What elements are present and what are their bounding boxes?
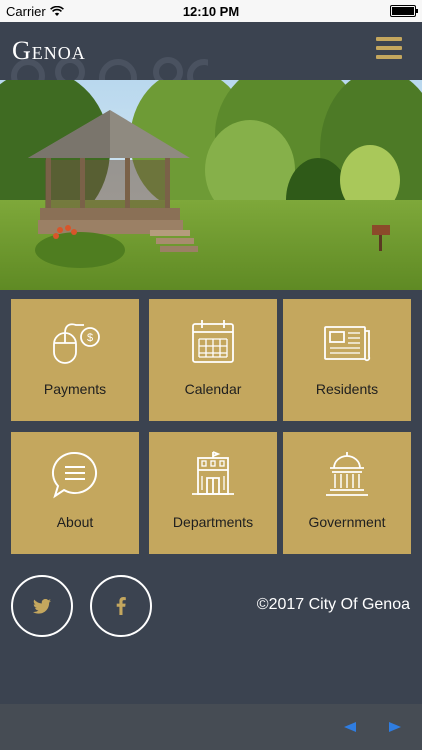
tile-label: Residents [315,381,379,397]
tile-label: Departments [172,514,254,530]
genoa-logo[interactable]: Genoa [12,36,86,66]
calendar-icon [192,320,234,363]
battery-icon [390,5,418,17]
tile-label: Government [308,514,386,530]
hero-image [0,80,422,290]
app-header: Genoa [0,22,422,80]
tile-label: Payments [43,381,107,397]
building-icon [192,451,234,495]
tile-label: About [56,514,94,530]
copyright-text: ©2017 City Of Genoa [256,596,410,613]
forward-arrow-icon[interactable] [389,722,401,732]
facebook-icon [116,597,126,615]
mouse-dollar-icon: $ [53,323,100,364]
back-arrow-icon[interactable] [344,722,356,732]
payments-tile[interactable]: $ Payments [11,299,139,421]
newspaper-icon [324,326,371,362]
departments-tile[interactable]: Departments [149,432,277,554]
about-tile[interactable]: About [11,432,139,554]
svg-text:$: $ [87,332,93,344]
facebook-button[interactable] [90,575,152,637]
status-time: 12:10 PM [182,4,240,19]
chat-bubble-icon [51,451,98,499]
twitter-icon [33,598,51,614]
browser-nav-bar [0,704,422,750]
tile-label: Calendar [184,381,242,397]
status-bar: Carrier 12:10 PM [0,0,422,22]
capitol-icon [326,452,368,496]
hamburger-menu-icon[interactable] [376,37,402,59]
calendar-tile[interactable]: Calendar [149,299,277,421]
twitter-button[interactable] [11,575,73,637]
government-tile[interactable]: Government [283,432,411,554]
residents-tile[interactable]: Residents [283,299,411,421]
